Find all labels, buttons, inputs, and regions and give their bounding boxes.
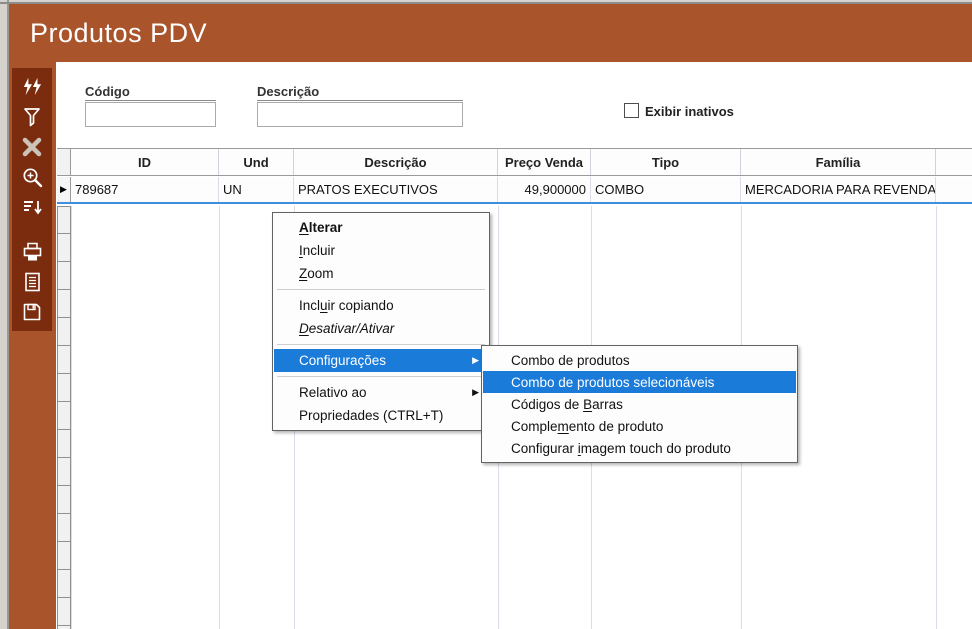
header-selector-cell [57, 149, 71, 175]
descricao-label: Descrição [257, 84, 319, 99]
menu-item-alterar[interactable]: Alterar [274, 216, 488, 239]
column-header-id[interactable]: ID [71, 149, 219, 175]
menu-item-incluir[interactable]: Incluir [274, 239, 488, 262]
sort-icon[interactable] [17, 192, 47, 222]
refresh-icon[interactable] [17, 72, 47, 102]
grid-vline [936, 206, 937, 629]
menu-item-desativar-ativar[interactable]: Desativar/Ativar [274, 317, 488, 340]
record-selector-cell[interactable] [57, 402, 71, 430]
record-selector-cell[interactable] [57, 570, 71, 598]
grid-vline [71, 206, 72, 629]
record-selector-cell[interactable] [57, 374, 71, 402]
report-icon[interactable] [17, 267, 47, 297]
context-menu: Alterar Incluir Zoom Incluir copiando Desati… [272, 212, 490, 431]
column-header-und[interactable]: Und [219, 149, 294, 175]
record-selector-cell[interactable] [57, 598, 71, 626]
clear-filter-icon[interactable] [17, 132, 47, 162]
save-icon[interactable] [17, 297, 47, 327]
menu-item-codigos-de-barras[interactable]: Códigos de Barras [483, 393, 796, 415]
menu-item-combo-de-produtos[interactable]: Combo de produtos [483, 349, 796, 371]
app-screen: Produtos PDV [0, 0, 972, 629]
codigo-underline [85, 100, 216, 101]
record-selector-cell[interactable] [57, 542, 71, 570]
menu-item-label: Incluir copiando [299, 298, 479, 313]
menu-item-label: Alterar [299, 220, 479, 235]
submenu-arrow-icon: ▶ [472, 387, 479, 398]
column-header-tipo[interactable]: Tipo [591, 149, 741, 175]
exibir-inativos-checkbox[interactable] [624, 103, 639, 118]
record-selector-cell[interactable] [57, 290, 71, 318]
cell-und: UN [219, 177, 294, 202]
cell-id: 789687 [71, 177, 219, 202]
codigo-label: Código [85, 84, 130, 99]
menu-item-relativo-ao[interactable]: Relativo ao ▶ [274, 381, 488, 404]
menu-item-incluir-copiando[interactable]: Incluir copiando [274, 294, 488, 317]
menu-item-label: Códigos de Barras [511, 397, 787, 412]
menu-item-label: Incluir [299, 243, 479, 258]
row-selector-marker: ▶ [57, 177, 71, 202]
record-selector-cell[interactable] [57, 234, 71, 262]
left-toolbar [12, 68, 52, 331]
menu-item-label: Propriedades (CTRL+T) [299, 408, 479, 423]
menu-item-label: Configurações [299, 353, 464, 368]
grid-selected-row[interactable]: ▶789687UNPRATOS EXECUTIVOS49,900000COMBO… [57, 177, 972, 204]
menu-item-configuracoes[interactable]: Configurações ▶ [274, 349, 488, 372]
record-selector-column [57, 206, 71, 629]
filter-icon[interactable] [17, 102, 47, 132]
window-title: Produtos PDV [9, 4, 972, 62]
menu-item-label: Combo de produtos [511, 353, 787, 368]
column-header-preco-venda[interactable]: Preço Venda [498, 149, 591, 175]
menu-separator [277, 376, 485, 377]
record-selector-cell[interactable] [57, 486, 71, 514]
menu-item-label: Complemento de produto [511, 419, 787, 434]
menu-item-configurar-imagem-touch[interactable]: Configurar imagem touch do produto [483, 437, 796, 459]
record-selector-cell[interactable] [57, 262, 71, 290]
descricao-underline [257, 100, 463, 101]
cell-tipo: COMBO [591, 177, 741, 202]
column-header-familia[interactable]: Família [741, 149, 936, 175]
menu-item-propriedades[interactable]: Propriedades (CTRL+T) [274, 404, 488, 427]
menu-item-combo-de-produtos-selecionaveis[interactable]: Combo de produtos selecionáveis [483, 371, 796, 393]
record-selector-cell[interactable] [57, 346, 71, 374]
menu-separator [277, 344, 485, 345]
grid-vline [219, 206, 220, 629]
cell-descricao: PRATOS EXECUTIVOS [294, 177, 498, 202]
column-header-descricao[interactable]: Descrição [294, 149, 498, 175]
cell-familia: MERCADORIA PARA REVENDA [741, 177, 936, 202]
codigo-input[interactable] [85, 102, 216, 127]
menu-item-label: Combo de produtos selecionáveis [511, 375, 787, 390]
record-selector-cell[interactable] [57, 318, 71, 346]
menu-item-label: Relativo ao [299, 385, 464, 400]
header-trailing-cell [936, 149, 972, 175]
menu-item-complemento-de-produto[interactable]: Complemento de produto [483, 415, 796, 437]
record-selector-cell[interactable] [57, 458, 71, 486]
menu-item-label: Zoom [299, 266, 479, 281]
descricao-input[interactable] [257, 102, 463, 127]
menu-item-label: Desativar/Ativar [299, 321, 479, 336]
record-selector-cell[interactable] [57, 514, 71, 542]
exibir-inativos-label: Exibir inativos [645, 104, 734, 119]
grid-header-row: IDUndDescriçãoPreço VendaTipoFamília [57, 148, 972, 176]
menu-item-label: Configurar imagem touch do produto [511, 441, 787, 456]
submenu-arrow-icon: ▶ [472, 355, 479, 366]
record-selector-cell[interactable] [57, 206, 71, 234]
configuracoes-submenu: Combo de produtos Combo de produtos selec… [481, 345, 798, 463]
cell-preco-venda: 49,900000 [498, 177, 591, 202]
menu-separator [277, 289, 485, 290]
cell-trailing [936, 177, 972, 202]
menu-item-zoom[interactable]: Zoom [274, 262, 488, 285]
zoom-icon[interactable] [17, 162, 47, 192]
record-selector-cell[interactable] [57, 430, 71, 458]
print-icon[interactable] [17, 237, 47, 267]
